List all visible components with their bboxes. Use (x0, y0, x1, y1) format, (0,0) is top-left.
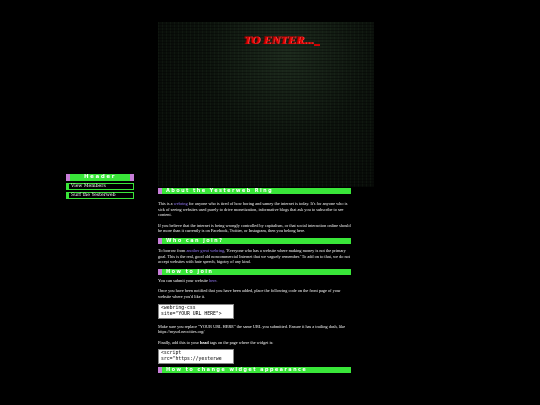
main-content: About the Yesterweb Ring This is a webri… (158, 188, 351, 374)
text: Finally, add this to your (158, 339, 200, 345)
about-paragraph-1: This is a webring for anyone who is tire… (158, 201, 351, 218)
how-paragraph-2: Once you have been notified that you hav… (158, 288, 341, 299)
text: You can submit your website (158, 277, 210, 283)
webring-link[interactable]: webring (174, 201, 188, 206)
code-snippet-css[interactable]: <webring-css site="YOUR URL HERE"> (158, 303, 234, 319)
text: . (216, 277, 218, 283)
enter-link[interactable]: TO ENTER... (244, 33, 320, 48)
who-paragraph: To borrow from another great webring, 'E… (158, 248, 351, 265)
how-paragraph-3: Make sure you replace "YOUR URL HERE" th… (158, 323, 346, 335)
sidebar-header: Header (66, 174, 134, 181)
sidebar: Header View Members Surf the Yesterweb (66, 174, 134, 199)
text: tags on the page where the widget is: (208, 339, 274, 345)
sidebar-link-surf[interactable]: Surf the Yesterweb (66, 192, 134, 199)
about-paragraph-2: If you believe that the internet is bein… (158, 222, 351, 234)
another-webring-link[interactable]: another great webring (186, 248, 224, 253)
banner-image[interactable]: TO ENTER... (158, 22, 374, 187)
section-heading-change: How to change widget appearance (158, 367, 351, 374)
head-keyword: head (199, 339, 209, 345)
text: This is a (158, 201, 174, 206)
code-snippet-script[interactable]: <script src="https://yesterwe (158, 349, 234, 365)
text: To borrow from (158, 247, 187, 253)
sidebar-link-view-members[interactable]: View Members (66, 183, 134, 190)
